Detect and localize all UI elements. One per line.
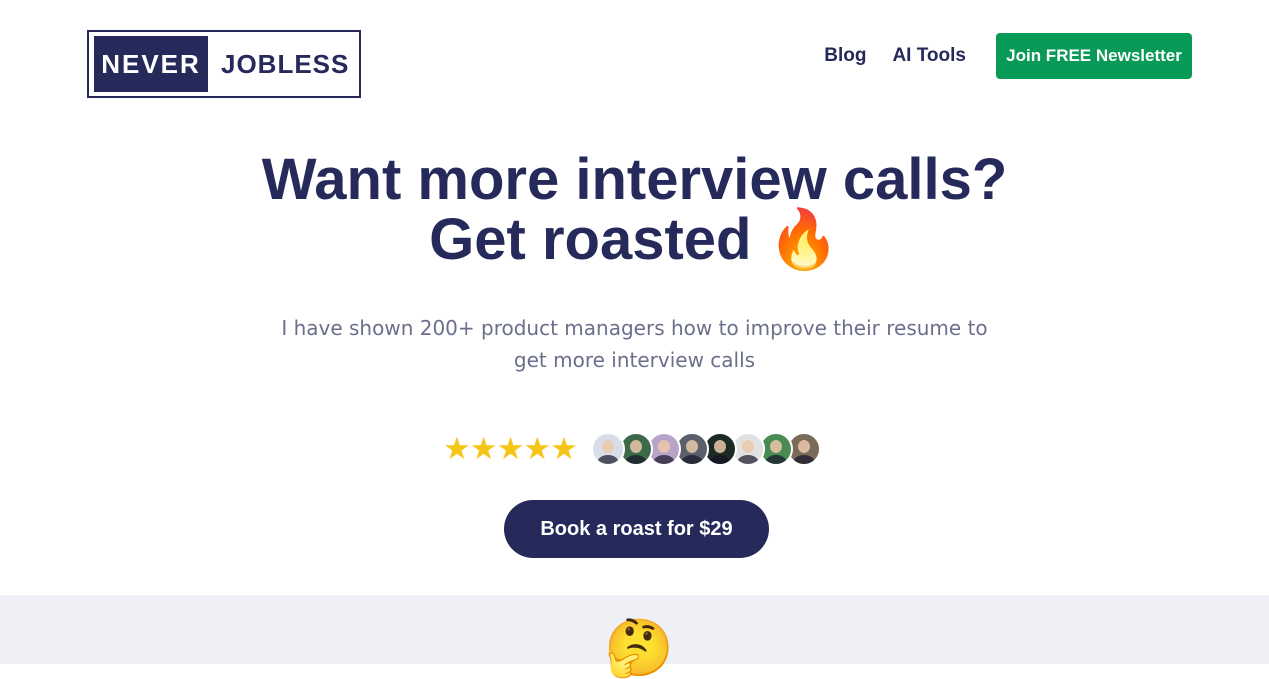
hero-section: Want more interview calls? Get roasted 🔥…: [0, 150, 1269, 376]
social-proof: ★★★★★: [443, 430, 821, 468]
avatar: [590, 432, 625, 466]
hero-subtext: I have shown 200+ product managers how t…: [281, 316, 988, 372]
logo[interactable]: NEVER JOBLESS: [87, 30, 361, 98]
site-header: NEVER JOBLESS Blog AI Tools Join FREE Ne…: [0, 0, 1269, 120]
nav-blog-link[interactable]: Blog: [824, 45, 866, 67]
book-roast-button[interactable]: Book a roast for $29: [504, 500, 769, 558]
headline-line-1: Want more interview calls?: [261, 147, 1008, 212]
logo-never: NEVER: [94, 36, 208, 92]
nav-ai-tools-link[interactable]: AI Tools: [892, 45, 966, 67]
hero-headline: Want more interview calls? Get roasted 🔥: [0, 150, 1269, 270]
star-rating-icon: ★★★★★: [443, 431, 578, 466]
main-nav: Blog AI Tools Join FREE Newsletter: [824, 33, 1192, 79]
join-newsletter-button[interactable]: Join FREE Newsletter: [996, 33, 1192, 79]
logo-jobless: JOBLESS: [221, 48, 350, 79]
customer-avatars: [590, 432, 821, 466]
headline-line-2: Get roasted 🔥: [429, 207, 840, 272]
thinking-face-icon: 🤔: [604, 616, 674, 679]
